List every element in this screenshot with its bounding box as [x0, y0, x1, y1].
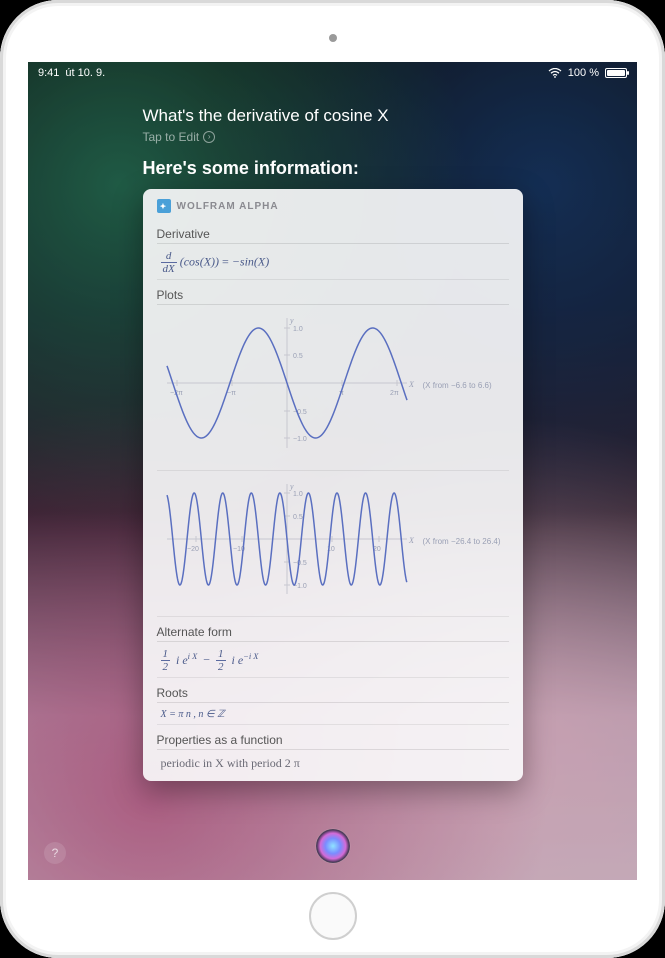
plot1-y-label: y: [289, 316, 294, 325]
ipad-frame: 9:41 út 10. 9. 100 %: [0, 0, 665, 958]
battery-icon: [605, 68, 627, 78]
siri-orb-button[interactable]: [315, 828, 351, 864]
svg-text:−0.5: −0.5: [293, 409, 307, 416]
siri-help-button[interactable]: ?: [44, 842, 66, 864]
props-body: periodic in X with period 2 π: [157, 750, 509, 775]
plot-1-caption: (X from −6.6 to 6.6): [423, 381, 492, 390]
svg-text:−1.0: −1.0: [293, 436, 307, 443]
question-mark-icon: ?: [52, 846, 59, 860]
svg-text:−20: −20: [187, 546, 199, 553]
battery-percent: 100 %: [568, 67, 599, 79]
plot2-y-label: y: [289, 482, 294, 491]
svg-text:1.0: 1.0: [293, 491, 303, 498]
tap-to-edit-label: Tap to Edit: [143, 130, 200, 144]
card-source-label: WOLFRAM ALPHA: [177, 201, 279, 212]
wolfram-logo-icon: ✦: [157, 199, 171, 213]
section-title-plots: Plots: [157, 288, 509, 305]
tap-to-edit-button[interactable]: Tap to Edit ›: [143, 130, 523, 144]
section-title-props: Properties as a function: [157, 733, 509, 750]
svg-text:0.5: 0.5: [293, 353, 303, 360]
svg-text:1.0: 1.0: [293, 326, 303, 333]
svg-text:2π: 2π: [390, 390, 399, 397]
plot-1: y X 1.0 0.5 −0.5 −1.0 −2π: [157, 313, 417, 458]
home-button[interactable]: [309, 892, 357, 940]
plot-2-row: y X 1.0 0.5 −0.5 −1.0 −20 −10: [157, 471, 509, 617]
section-title-roots: Roots: [157, 686, 509, 703]
svg-text:−π: −π: [227, 390, 236, 397]
front-camera: [329, 34, 337, 42]
section-title-derivative: Derivative: [157, 227, 509, 244]
roots-body: X = π n , n ∈ ℤ: [157, 703, 509, 725]
svg-text:0.5: 0.5: [293, 514, 303, 521]
screen: 9:41 út 10. 9. 100 %: [28, 62, 637, 880]
wolfram-card[interactable]: ✦ WOLFRAM ALPHA Derivative d dX (cos(X))…: [143, 189, 523, 781]
svg-text:−0.5: −0.5: [293, 560, 307, 567]
chevron-right-icon: ›: [203, 131, 215, 143]
status-bar: 9:41 út 10. 9. 100 %: [28, 62, 637, 84]
card-source-header: ✦ WOLFRAM ALPHA: [157, 199, 509, 219]
wifi-icon: [548, 68, 562, 78]
siri-query-text: What's the derivative of cosine X: [143, 106, 523, 126]
plot-2: y X 1.0 0.5 −0.5 −1.0 −20 −10: [157, 479, 417, 604]
derivative-formula: d dX (cos(X)) = −sin(X): [157, 244, 509, 280]
plot1-x-label: X: [408, 380, 415, 389]
plot-1-row: y X 1.0 0.5 −0.5 −1.0 −2π: [157, 305, 509, 471]
status-date: út 10. 9.: [65, 67, 105, 79]
status-time: 9:41: [38, 67, 59, 79]
plot2-x-label: X: [408, 536, 415, 545]
section-title-altform: Alternate form: [157, 625, 509, 642]
plot-2-caption: (X from −26.4 to 26.4): [423, 537, 501, 546]
altform-formula: 1 2 i ei X − 1 2 i e−i X: [157, 642, 509, 678]
siri-response-heading: Here's some information:: [143, 158, 523, 179]
